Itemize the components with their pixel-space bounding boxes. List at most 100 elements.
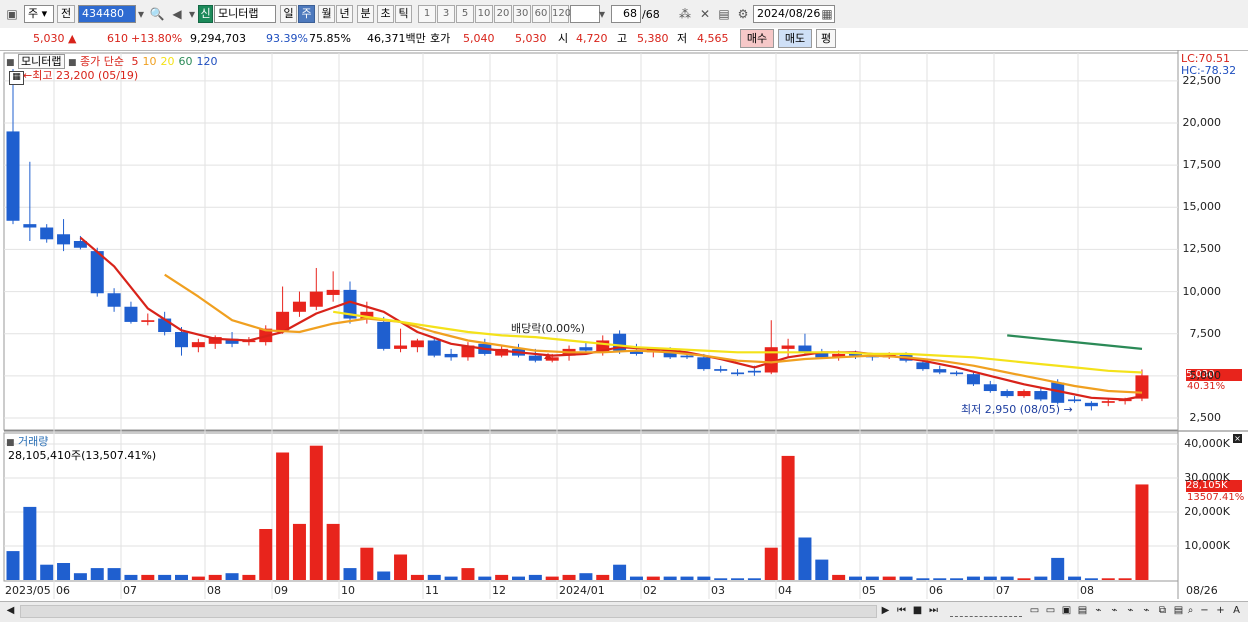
interval-button-5[interactable]: 5 — [456, 5, 474, 23]
tab-4[interactable]: 분 — [357, 5, 374, 23]
candle-body — [528, 355, 542, 361]
tab-0[interactable]: 일 — [280, 5, 297, 23]
chart-window-icon[interactable]: ▣ — [3, 5, 21, 23]
tab-6[interactable]: 틱 — [395, 5, 412, 23]
fast-forward-icon[interactable]: ⏭ — [926, 603, 941, 618]
date-tick-label: 07 — [123, 584, 137, 597]
volume-bar — [899, 576, 913, 580]
candle-body — [983, 384, 997, 392]
dividend-annotation: 배당락(0.00%) — [511, 322, 585, 335]
zoom-slider[interactable] — [950, 603, 1022, 617]
sell-button[interactable]: 매도 — [778, 29, 812, 48]
tab-2[interactable]: 월 — [318, 5, 335, 23]
candle-body — [950, 372, 964, 375]
horizontal-scrollbar[interactable] — [20, 605, 877, 618]
volume-bar — [259, 529, 273, 580]
low-price: 4,565 — [697, 32, 729, 45]
interval-button-60[interactable]: 60 — [532, 5, 550, 23]
candle-body — [107, 293, 121, 307]
zoom-in-icon[interactable]: + — [1213, 603, 1228, 618]
gear-icon[interactable]: ⚙ — [734, 5, 752, 23]
interval-button-3[interactable]: 3 — [437, 5, 455, 23]
interval-button-30[interactable]: 30 — [513, 5, 531, 23]
link-icon[interactable]: ⁂ — [676, 5, 694, 23]
text-tool-icon[interactable]: A — [1229, 603, 1244, 618]
volume-bar — [461, 568, 475, 580]
layout-4-icon[interactable]: ▤ — [1075, 603, 1090, 618]
candle-body — [747, 370, 761, 373]
rewind-icon[interactable]: ⏮ — [894, 603, 909, 618]
search-icon[interactable]: 🔍 — [148, 5, 166, 23]
volume-bar — [1068, 576, 1082, 580]
candle-body — [1017, 391, 1031, 397]
stock-name-field[interactable]: 모니터랩 — [214, 5, 276, 23]
volume-bar — [191, 576, 205, 580]
prev-button[interactable]: 전 — [57, 5, 75, 23]
candle-body — [1000, 391, 1014, 397]
calendar-icon[interactable]: ▦ — [818, 5, 836, 23]
ma-legend-60: 60 — [178, 55, 193, 68]
scroll-right-icon[interactable]: ▶ — [878, 603, 893, 618]
candle-body — [292, 301, 306, 312]
candle-body — [781, 345, 795, 349]
price-tick-label: 22,500 — [1182, 73, 1222, 87]
draw-3-icon[interactable]: ⌁ — [1123, 603, 1138, 618]
count-total: /68 — [642, 8, 660, 21]
candle-body — [377, 321, 391, 349]
volume-bar — [596, 574, 610, 580]
count-input[interactable]: 68 — [611, 5, 641, 23]
layout-2-icon[interactable]: ▭ — [1043, 603, 1058, 618]
volume-bar — [225, 573, 239, 580]
volume-bar — [528, 574, 542, 580]
layout-1-icon[interactable]: ▭ — [1027, 603, 1042, 618]
interval-dropdown-icon[interactable]: ▾ — [593, 5, 611, 23]
buy-button[interactable]: 매수 — [740, 29, 774, 48]
candle-body — [276, 311, 290, 331]
grid — [3, 50, 1248, 599]
low-annotation: 최저 2,950 (08/05) → — [961, 403, 1073, 416]
zoom-icon[interactable]: ⌕ — [1183, 603, 1198, 618]
period-select[interactable]: 주 ▾ — [24, 5, 54, 23]
ma-legend-20: 20 — [160, 55, 175, 68]
ma-legend: 5 10 20 60 120 — [128, 55, 218, 68]
candle-body — [410, 340, 424, 348]
candle-body — [326, 289, 340, 295]
interval-button-1[interactable]: 1 — [418, 5, 436, 23]
volume-bar — [377, 571, 391, 580]
save-icon[interactable]: ▤ — [715, 5, 733, 23]
ma-line-5 — [79, 236, 1143, 401]
candle-body — [697, 357, 711, 370]
close-panel-icon[interactable]: × — [1233, 434, 1242, 443]
tab-3[interactable]: 년 — [336, 5, 353, 23]
up-triangle-icon: ▲ — [68, 32, 77, 45]
zoom-out-icon[interactable]: − — [1197, 603, 1212, 618]
draw-2-icon[interactable]: ⌁ — [1107, 603, 1122, 618]
candle-body — [1135, 375, 1149, 399]
volume-bar — [495, 574, 509, 580]
tab-1[interactable]: 주 — [298, 5, 315, 23]
trade-amount: 46,371백만 — [367, 32, 426, 45]
candle-body — [714, 369, 728, 371]
flat-button[interactable]: 평 — [816, 29, 836, 48]
interval-button-120[interactable]: 120 — [551, 5, 571, 23]
date-tick-label: 11 — [425, 584, 439, 597]
tab-5[interactable]: 초 — [377, 5, 394, 23]
stock-code-input[interactable]: 434480 — [78, 5, 136, 23]
stop-icon[interactable]: ■ — [910, 603, 925, 618]
draw-4-icon[interactable]: ⌁ — [1139, 603, 1154, 618]
grid-toggle-icon[interactable]: ▦ — [9, 71, 24, 85]
copy-icon[interactable]: ⧉ — [1155, 603, 1170, 618]
toolbar: ▣ 주 ▾ 전 434480 ▾ 🔍 ◀ ▾ 신 모니터랩 일주월년분초틱 13… — [0, 0, 1248, 29]
volume-bar — [478, 576, 492, 580]
candle-body — [6, 131, 20, 221]
volume-bar — [849, 576, 862, 580]
crosshair-icon[interactable]: ✕ — [696, 5, 714, 23]
scroll-left-icon[interactable]: ◀ — [3, 603, 18, 618]
open-label: 시 — [558, 32, 569, 45]
interval-button-20[interactable]: 20 — [494, 5, 512, 23]
stock-chart[interactable] — [0, 50, 1248, 601]
candle-body — [731, 372, 745, 375]
layout-3-icon[interactable]: ▣ — [1059, 603, 1074, 618]
draw-1-icon[interactable]: ⌁ — [1091, 603, 1106, 618]
interval-button-10[interactable]: 10 — [475, 5, 493, 23]
